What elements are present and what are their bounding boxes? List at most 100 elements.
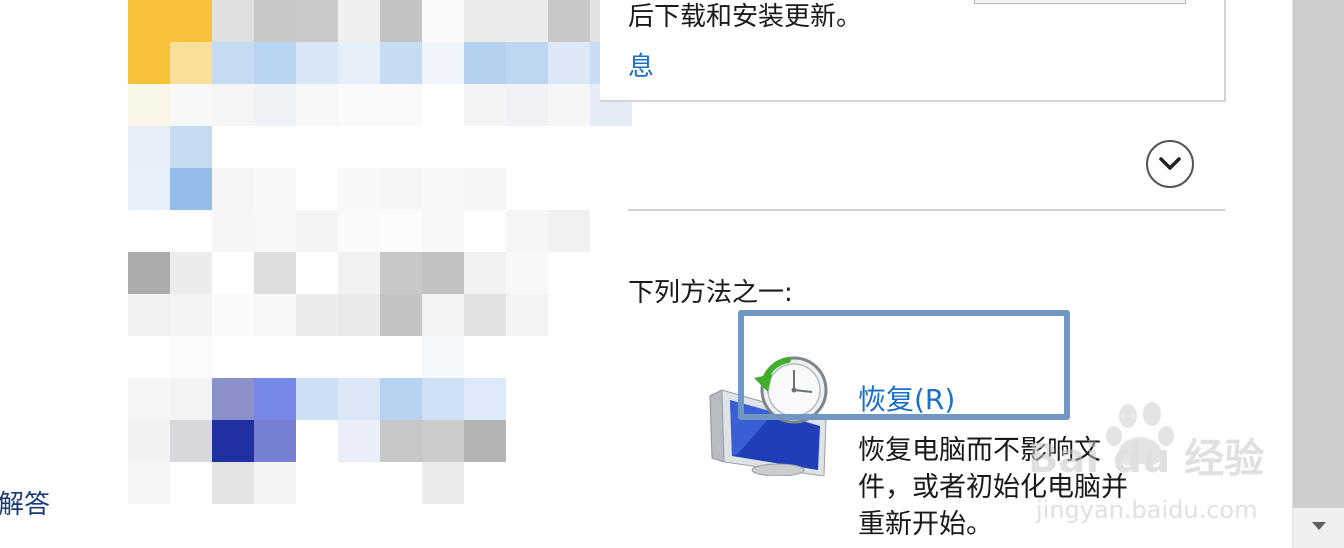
mosaic-cell <box>380 462 422 504</box>
mosaic-cell <box>338 420 380 462</box>
mosaic-cell <box>296 210 338 252</box>
mosaic-cell <box>506 378 548 420</box>
mosaic-cell <box>170 462 212 504</box>
mosaic-cell <box>170 84 212 126</box>
mosaic-cell <box>254 210 296 252</box>
scroll-thumb[interactable] <box>1293 0 1344 508</box>
mosaic-cell <box>212 126 254 168</box>
watermark-url: jingyan.baidu.com <box>1035 496 1257 524</box>
mosaic-cell <box>548 252 590 294</box>
mosaic-cell <box>128 252 170 294</box>
mosaic-cell <box>506 252 548 294</box>
mosaic-cell <box>170 336 212 378</box>
mosaic-cell <box>254 42 296 84</box>
mosaic-cell <box>506 0 548 42</box>
mosaic-cell <box>464 42 506 84</box>
mosaic-cell <box>170 210 212 252</box>
mosaic-cell <box>212 462 254 504</box>
mosaic-cell <box>296 0 338 42</box>
expand-button[interactable] <box>1146 140 1194 188</box>
mosaic-cell <box>422 378 464 420</box>
mosaic-cell <box>170 252 212 294</box>
windows-settings-page: 解答 后下载和安装更新。 息 下列方法之一: 恢复(R) 恢复电脑而不影响文件， <box>0 0 1344 548</box>
mosaic-cell <box>254 0 296 42</box>
mosaic-cell <box>296 462 338 504</box>
mosaic-cell <box>296 42 338 84</box>
mosaic-cell <box>380 336 422 378</box>
mosaic-cell <box>212 420 254 462</box>
mosaic-cell <box>548 168 590 210</box>
mosaic-cell <box>170 126 212 168</box>
mosaic-cell <box>422 168 464 210</box>
mosaic-cell <box>128 378 170 420</box>
mosaic-cell <box>506 126 548 168</box>
mosaic-cell <box>506 336 548 378</box>
mosaic-cell <box>548 84 590 126</box>
recovery-option-link[interactable]: 恢复(R) <box>858 378 955 418</box>
mosaic-cell <box>338 0 380 42</box>
mosaic-cell <box>212 294 254 336</box>
mosaic-cell <box>296 252 338 294</box>
mosaic-cell <box>380 168 422 210</box>
mosaic-cell <box>590 462 632 504</box>
mosaic-cell <box>422 126 464 168</box>
mosaic-cell <box>590 252 632 294</box>
chevron-down-icon <box>1159 157 1181 170</box>
instruction-text: 下列方法之一: <box>628 278 793 308</box>
mosaic-cell <box>338 378 380 420</box>
mosaic-cell <box>254 168 296 210</box>
mosaic-cell <box>422 0 464 42</box>
mosaic-cell <box>506 84 548 126</box>
mosaic-cell <box>338 42 380 84</box>
mosaic-cell <box>296 84 338 126</box>
mosaic-cell <box>590 378 632 420</box>
mosaic-cell <box>464 420 506 462</box>
mosaic-cell <box>548 420 590 462</box>
mosaic-cell <box>338 84 380 126</box>
mosaic-cell <box>128 210 170 252</box>
mosaic-cell <box>212 168 254 210</box>
mosaic-cell <box>128 126 170 168</box>
mosaic-cell <box>380 210 422 252</box>
update-action-button[interactable] <box>974 0 1186 4</box>
scroll-down-arrow-icon[interactable] <box>1311 520 1327 532</box>
mosaic-cell <box>254 336 296 378</box>
mosaic-cell <box>548 462 590 504</box>
mosaic-cell <box>128 42 170 84</box>
mosaic-cell <box>590 294 632 336</box>
answers-link[interactable]: 解答 <box>0 484 50 521</box>
mosaic-cell <box>422 42 464 84</box>
mosaic-cell <box>128 336 170 378</box>
mosaic-cell <box>254 378 296 420</box>
mosaic-cell <box>128 84 170 126</box>
mosaic-cell <box>590 336 632 378</box>
mosaic-cell <box>422 252 464 294</box>
mosaic-cell <box>254 252 296 294</box>
mosaic-cell <box>296 168 338 210</box>
mosaic-cell <box>212 84 254 126</box>
mosaic-cell <box>422 462 464 504</box>
mosaic-cell <box>296 420 338 462</box>
mosaic-cell <box>464 126 506 168</box>
mosaic-cell <box>338 336 380 378</box>
vertical-scrollbar[interactable] <box>1292 0 1344 548</box>
mosaic-cell <box>506 210 548 252</box>
update-more-info-link[interactable]: 息 <box>628 46 654 83</box>
mosaic-cell <box>338 294 380 336</box>
mosaic-cell <box>170 294 212 336</box>
mosaic-cell <box>464 252 506 294</box>
mosaic-cell <box>548 126 590 168</box>
mosaic-cell <box>170 168 212 210</box>
mosaic-cell <box>548 294 590 336</box>
mosaic-cell <box>464 168 506 210</box>
mosaic-cell <box>254 294 296 336</box>
watermark-brand: Bai du 经验 <box>1028 436 1264 482</box>
mosaic-cell <box>212 378 254 420</box>
mosaic-cell <box>380 294 422 336</box>
mosaic-cell <box>464 336 506 378</box>
mosaic-cell <box>212 210 254 252</box>
mosaic-cell <box>464 294 506 336</box>
mosaic-cell <box>212 0 254 42</box>
mosaic-cell <box>212 252 254 294</box>
mosaic-cell <box>254 126 296 168</box>
